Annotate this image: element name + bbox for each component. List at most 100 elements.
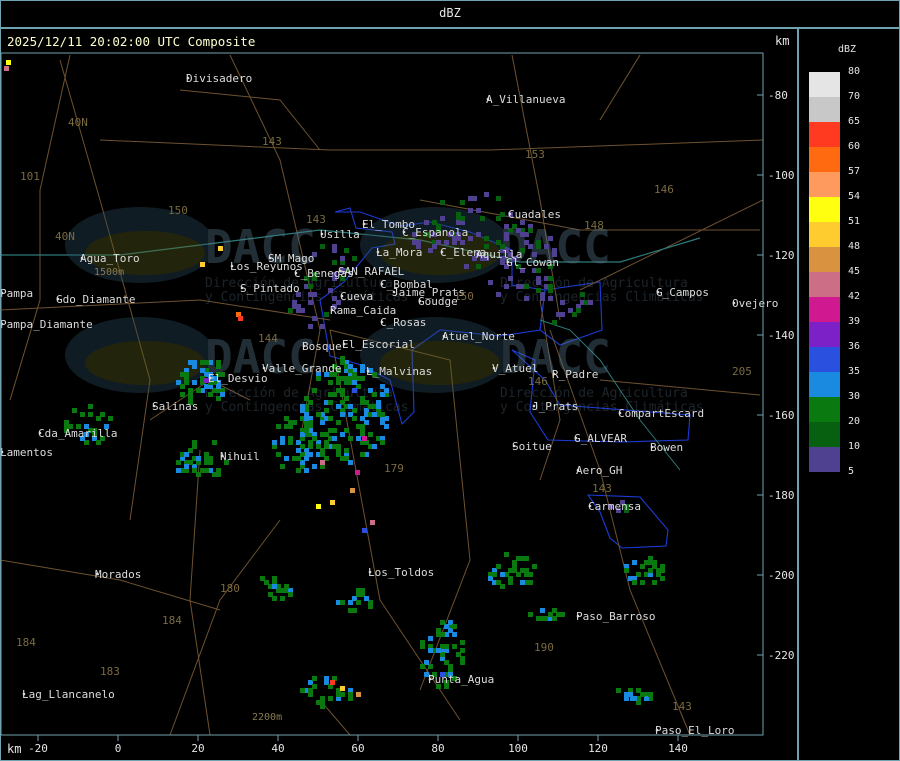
echo-pixel <box>368 432 373 437</box>
echo-pixel <box>324 312 329 317</box>
place-label: Divisadero <box>186 72 252 85</box>
echo-pixel <box>652 580 657 585</box>
echo-pixel <box>560 612 565 617</box>
route-number: 150 <box>454 290 474 303</box>
route-number: 40N <box>68 116 88 129</box>
place-label: Soitue <box>512 440 552 453</box>
echo-pixel <box>220 392 225 397</box>
route-number: 146 <box>528 375 548 388</box>
km-unit-top: km <box>775 34 790 48</box>
echo-pixel <box>312 388 317 393</box>
place-label: L_Malvinas <box>366 365 432 378</box>
y-tick-label: -100 <box>768 169 795 182</box>
echo-pixel <box>460 640 465 645</box>
echo-pixel <box>272 440 277 445</box>
echo-pixel <box>460 216 465 221</box>
echo-pixel <box>496 564 501 569</box>
echo-pixel <box>280 464 285 469</box>
legend-swatch <box>809 72 840 97</box>
echo-pixel <box>204 360 209 365</box>
legend-level-label: 36 <box>848 341 861 352</box>
legend-level-label: 54 <box>848 191 861 202</box>
route-number: 184 <box>16 636 36 649</box>
echo-pixel <box>188 360 193 365</box>
echo-pixel <box>428 636 433 641</box>
echo-pixel <box>452 644 457 649</box>
echo-pixel <box>340 388 345 393</box>
echo-pixel <box>648 568 653 573</box>
echo-pixel <box>348 608 353 613</box>
legend-swatch <box>809 322 840 347</box>
echo-pixel <box>332 260 337 265</box>
echo-pixel <box>96 416 101 421</box>
legend-level-label: 51 <box>848 216 861 227</box>
echo-pixel <box>188 392 193 397</box>
echo-pixel <box>360 364 365 369</box>
echo-pixel <box>184 380 189 385</box>
echo-pixel <box>536 280 541 285</box>
echo-core <box>330 500 335 505</box>
echo-pixel <box>552 320 557 325</box>
echo-pixel <box>524 284 529 289</box>
echo-pixel <box>304 416 309 421</box>
echo-pixel <box>640 580 645 585</box>
x-tick-label: 140 <box>668 742 688 755</box>
echo-pixel <box>348 600 353 605</box>
radar-map[interactable]: DACCDirección de Agriculturay Contingenc… <box>0 0 900 761</box>
place-label: R_Padre <box>552 368 598 381</box>
echo-pixel <box>272 576 277 581</box>
echo-pixel <box>348 404 353 409</box>
echo-pixel <box>324 440 329 445</box>
echo-pixel <box>524 296 529 301</box>
echo-pixel <box>380 392 385 397</box>
x-tick-label: 0 <box>115 742 122 755</box>
echo-pixel <box>276 452 281 457</box>
echo-pixel <box>452 632 457 637</box>
echo-pixel <box>440 620 445 625</box>
watermark-subtitle: Dirección de Agricultura <box>500 386 688 401</box>
echo-pixel <box>332 248 337 253</box>
legend-unit: dBZ <box>838 44 857 55</box>
place-label: La_Mora <box>376 246 422 259</box>
echo-pixel <box>460 660 465 665</box>
echo-pixel <box>624 568 629 573</box>
echo-pixel <box>348 696 353 701</box>
echo-pixel <box>352 380 357 385</box>
legend-swatch <box>809 97 840 122</box>
echo-pixel <box>312 676 317 681</box>
echo-pixel <box>472 196 477 201</box>
echo-pixel <box>316 376 321 381</box>
echo-pixel <box>376 404 381 409</box>
timestamp-label: 2025/12/11 20:02:00 UTC Composite <box>7 34 256 49</box>
echo-pixel <box>340 256 345 261</box>
echo-pixel <box>440 200 445 205</box>
place-label: Bosque <box>302 340 342 353</box>
echo-pixel <box>212 440 217 445</box>
echo-pixel <box>332 436 337 441</box>
echo-pixel <box>320 452 325 457</box>
echo-pixel <box>632 560 637 565</box>
echo-pixel <box>272 584 277 589</box>
x-tick-label: 20 <box>191 742 204 755</box>
echo-pixel <box>372 392 377 397</box>
legend-level-label: 5 <box>848 466 855 477</box>
place-label: Nihuil <box>220 450 260 463</box>
place-label: CompartEscard <box>618 407 704 420</box>
echo-pixel <box>216 364 221 369</box>
echo-pixel <box>276 424 281 429</box>
echo-pixel <box>340 412 345 417</box>
route-number: 143 <box>262 135 282 148</box>
route-number: 184 <box>162 614 182 627</box>
place-label: Agua_Toro <box>80 252 140 265</box>
echo-pixel <box>528 228 533 233</box>
echo-pixel <box>428 648 433 653</box>
place-label: Atuel_Norte <box>442 330 515 343</box>
echo-pixel <box>468 236 473 241</box>
route-number: 148 <box>584 219 604 232</box>
echo-pixel <box>496 292 501 297</box>
echo-pixel <box>476 264 481 269</box>
echo-pixel <box>380 412 385 417</box>
echo-core <box>6 60 11 65</box>
echo-pixel <box>372 444 377 449</box>
echo-pixel <box>452 240 457 245</box>
